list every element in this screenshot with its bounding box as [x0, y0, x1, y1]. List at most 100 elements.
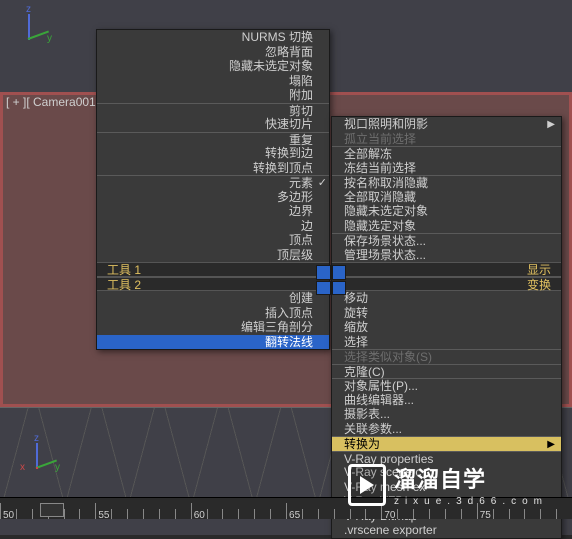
timeline-tick [350, 509, 366, 519]
timeline-tick [254, 509, 270, 519]
quad-title-transform: 变换 [332, 277, 561, 292]
axis-gizmo-top: z y [12, 6, 52, 46]
timeline-label: 50 [3, 510, 14, 521]
menu-item[interactable]: 编辑三角剖分 [97, 320, 329, 335]
timeline-tick [238, 509, 254, 519]
menu-item[interactable]: 全部取消隐藏 [332, 190, 561, 205]
menu-item[interactable]: 元素✓ [97, 175, 329, 190]
menu-item[interactable]: 旋转 [332, 306, 561, 321]
menu-item[interactable]: 关联参数... [332, 422, 561, 437]
timeline-tick [493, 509, 509, 519]
menu-item[interactable]: 剪切 [97, 103, 329, 118]
menu-item-convert-to[interactable]: 转换为▶ [332, 436, 561, 451]
timeline-tick [175, 509, 191, 519]
timeline-tick [302, 509, 318, 519]
submenu-arrow-icon: ▶ [547, 118, 555, 133]
menu-item[interactable]: 摄影表... [332, 407, 561, 422]
viewport-label[interactable]: [ + ][ Camera001 ][ [6, 95, 106, 109]
menu-item[interactable]: 选择 [332, 335, 561, 350]
axis-gizmo-bottom: z y x [20, 435, 60, 475]
quad-title-tools2: 工具 2 [97, 277, 329, 292]
timeline-label: 60 [194, 510, 205, 521]
quad-tr-icon [332, 265, 347, 280]
menu-item[interactable]: 边界 [97, 204, 329, 219]
menu-item[interactable]: 插入顶点 [97, 306, 329, 321]
quad-tl-icon [316, 265, 331, 280]
menu-item[interactable]: 边 [97, 219, 329, 234]
menu-item[interactable]: 隐藏选定对象 [332, 219, 561, 234]
timeline-tick [413, 509, 429, 519]
menu-item[interactable]: 移动 [332, 291, 561, 306]
menu-item[interactable]: 忽略背面 [97, 45, 329, 60]
menu-item[interactable]: 创建 [97, 291, 329, 306]
menu-item-flip-normals[interactable]: 翻转法线 [97, 335, 329, 350]
menu-item[interactable]: 缩放 [332, 320, 561, 335]
timeline-tick [222, 509, 238, 519]
menu-item[interactable]: 快速切片 [97, 117, 329, 132]
menu-item[interactable]: 对象属性(P)... [332, 378, 561, 393]
menu-item[interactable]: NURMS 切换 [97, 30, 329, 45]
menu-item[interactable]: 冻结当前选择 [332, 161, 561, 176]
quad-title-tools1: 工具 1 [97, 262, 329, 277]
watermark-main: 溜溜自学 [394, 462, 548, 494]
check-icon: ✓ [318, 176, 327, 191]
quad-center-icon [316, 265, 346, 295]
timeline-tick [334, 509, 350, 519]
quad-bl-icon [316, 281, 331, 296]
axis-y-label: y [47, 33, 52, 44]
menu-item[interactable]: 顶点 [97, 233, 329, 248]
menu-item[interactable]: 视口照明和阴影▶ [332, 117, 561, 132]
menu-item[interactable]: 管理场景状态... [332, 248, 561, 263]
watermark-sub: zixue.3d66.com [394, 496, 548, 507]
menu-item[interactable]: 克隆(C) [332, 364, 561, 379]
quad-menu-left-top-group: NURMS 切换忽略背面隐藏未选定对象塌陷附加剪切快速切片重复转换到边转换到顶点… [97, 30, 329, 262]
menu-item[interactable]: 转换到边 [97, 146, 329, 161]
timeline-label: 70 [384, 510, 395, 521]
menu-item[interactable]: 曲线编辑器... [332, 393, 561, 408]
timeline-tick: 60 [191, 503, 207, 519]
menu-item[interactable]: 隐藏未选定对象 [97, 59, 329, 74]
timeline-label: 75 [480, 510, 491, 521]
timeline-label: 65 [289, 510, 300, 521]
timeline-tick [540, 509, 556, 519]
menu-item: 选择类似对象(S) [332, 349, 561, 364]
timeline-tick [159, 509, 175, 519]
timeline-tick: 50 [0, 503, 16, 519]
timeline-tick [318, 509, 334, 519]
timeline-marker[interactable] [40, 503, 64, 517]
quad-menu-left: NURMS 切换忽略背面隐藏未选定对象塌陷附加剪切快速切片重复转换到边转换到顶点… [96, 29, 330, 350]
menu-item[interactable]: .vrscene exporter [332, 523, 561, 538]
menu-item[interactable]: 全部解冻 [332, 146, 561, 161]
menu-item[interactable]: 塌陷 [97, 74, 329, 89]
play-icon [348, 464, 386, 506]
timeline-tick [524, 509, 540, 519]
watermark: 溜溜自学 zixue.3d66.com [348, 462, 548, 507]
menu-item[interactable]: 隐藏未选定对象 [332, 204, 561, 219]
timeline-tick [16, 509, 32, 519]
menu-item[interactable]: 附加 [97, 88, 329, 103]
menu-item[interactable]: 保存场景状态... [332, 233, 561, 248]
timeline-tick [556, 509, 572, 519]
timeline-label: 55 [98, 510, 109, 521]
menu-item[interactable]: 转换到顶点 [97, 161, 329, 176]
quad-title-display: 显示 [332, 262, 561, 277]
menu-item[interactable]: 重复 [97, 132, 329, 147]
timeline-tick [365, 509, 381, 519]
timeline-tick [207, 509, 223, 519]
menu-item: 孤立当前选择 [332, 132, 561, 147]
timeline-tick [127, 509, 143, 519]
menu-item[interactable]: 顶层级 [97, 248, 329, 263]
timeline-tick [143, 509, 159, 519]
axis-x-line-icon [36, 467, 38, 469]
axis-x-label-2: x [20, 462, 25, 473]
menu-item[interactable]: 多边形 [97, 190, 329, 205]
quad-menu-right-top-group: 视口照明和阴影▶孤立当前选择全部解冻冻结当前选择按名称取消隐藏全部取消隐藏隐藏未… [332, 117, 561, 262]
timeline-tick [429, 509, 445, 519]
menu-item[interactable]: 按名称取消隐藏 [332, 175, 561, 190]
timeline-tick [79, 509, 95, 519]
timeline-tick [111, 509, 127, 519]
timeline-tick [397, 509, 413, 519]
watermark-text: 溜溜自学 zixue.3d66.com [394, 462, 548, 507]
timeline-tick [461, 509, 477, 519]
timeline-tick [445, 509, 461, 519]
